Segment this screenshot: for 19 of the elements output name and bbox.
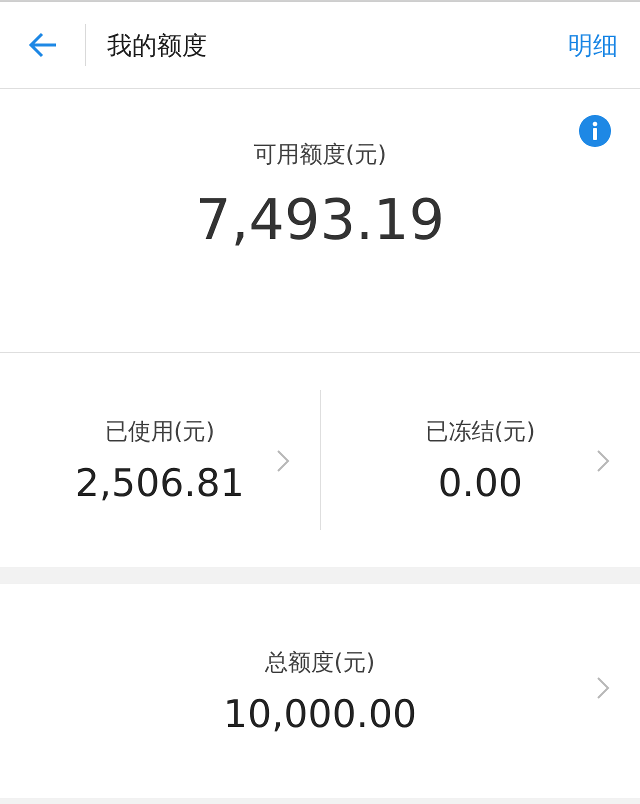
- stat-label: 已使用(元): [104, 418, 215, 446]
- detail-link[interactable]: 明细: [568, 28, 618, 62]
- total-panel[interactable]: 总额度(元) 10,000.00: [0, 584, 640, 798]
- info-icon[interactable]: [579, 115, 611, 147]
- stat-amount: 2,506.81: [75, 460, 244, 504]
- back-button[interactable]: [28, 32, 58, 58]
- chevron-icon: [276, 449, 290, 473]
- total-label: 总额度(元): [265, 648, 375, 678]
- back-arrow-icon: [28, 32, 58, 58]
- stat-panel[interactable]: 已冻结(元) 0.00: [320, 353, 640, 567]
- available-amount: 7,493.19: [195, 188, 445, 253]
- stat-label: 已冻结(元): [425, 418, 536, 446]
- chevron-icon: [596, 449, 610, 473]
- total-amount: 10,000.00: [223, 692, 417, 736]
- chevron-icon: [596, 676, 610, 700]
- stat-amount: 0.00: [438, 460, 523, 504]
- available-label: 可用额度(元): [254, 141, 386, 170]
- stat-panel[interactable]: 已使用(元) 2,506.81: [0, 353, 320, 567]
- page-title: 我的额度: [107, 30, 208, 62]
